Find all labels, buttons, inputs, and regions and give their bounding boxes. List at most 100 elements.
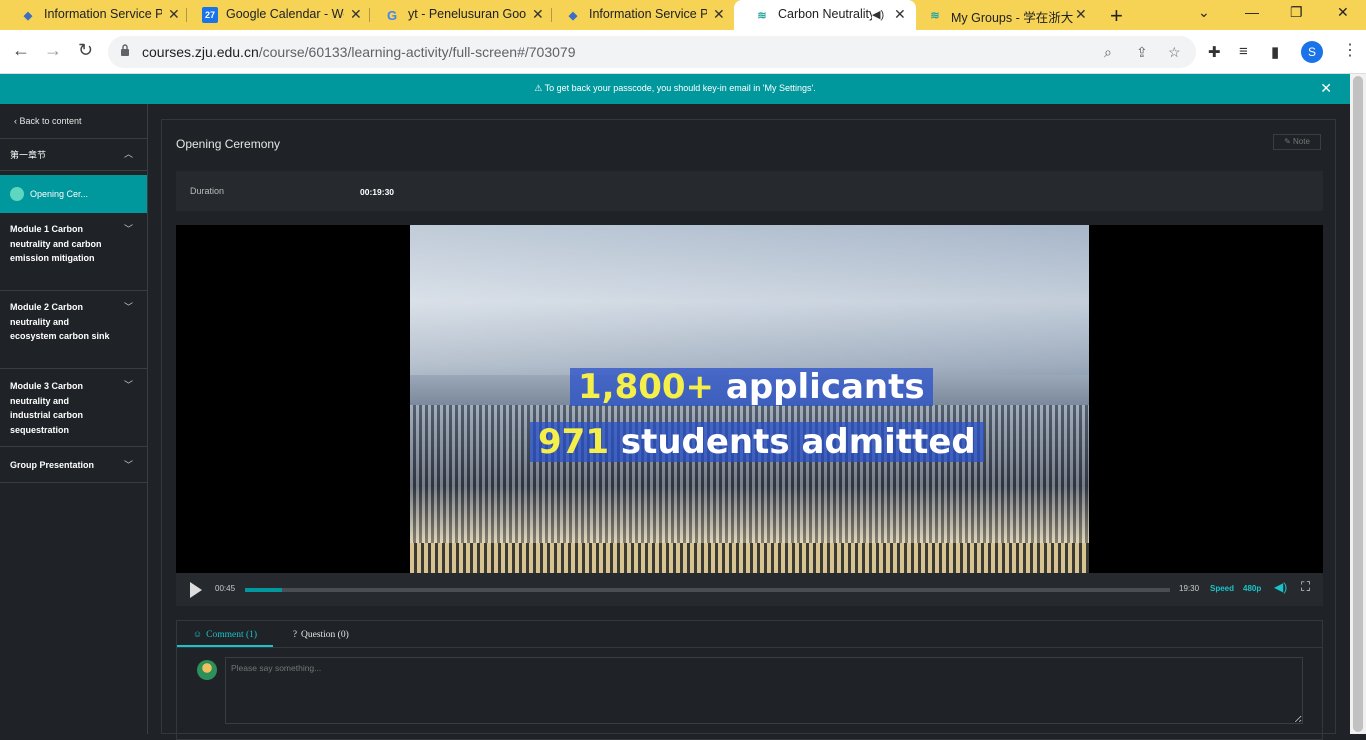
menu-kebab-icon[interactable]: ⋮ xyxy=(1342,40,1358,60)
close-icon[interactable]: ✕ xyxy=(713,6,725,23)
course-icon: ≋ xyxy=(757,9,767,22)
share-icon[interactable]: ⇪ xyxy=(1136,44,1148,61)
module-label: Module 3 Carbon neutrality and industria… xyxy=(10,381,84,435)
video-scene-roof xyxy=(410,225,1089,375)
passcode-notice-banner: ⚠ To get back your passcode, you should … xyxy=(0,74,1350,104)
module-label: Module 2 Carbon neutrality and ecosystem… xyxy=(10,302,110,341)
section-label: 第一章节 xyxy=(10,150,47,160)
question-icon: ? xyxy=(293,629,297,639)
lock-icon xyxy=(121,44,129,56)
tab-title: Carbon Neutrality xyxy=(778,7,872,21)
close-icon[interactable]: ✕ xyxy=(350,6,362,23)
media-control-icon[interactable]: ≡ xyxy=(1239,43,1248,60)
quality-button[interactable]: 480p xyxy=(1243,584,1261,593)
caption-text: students admitted xyxy=(620,422,976,462)
caption-number: 1,800+ xyxy=(578,367,715,407)
omnibox[interactable]: courses.zju.edu.cn/course/60133/learning… xyxy=(108,36,1196,68)
chevron-up-icon[interactable]: ︿ xyxy=(124,147,133,160)
side-panel-icon[interactable]: ▮ xyxy=(1271,43,1279,61)
tab-question[interactable]: ? Question (0) xyxy=(293,621,349,647)
sidebar-module-2[interactable]: Module 2 Carbon neutrality and ecosystem… xyxy=(0,292,147,369)
video-player[interactable]: 1,800+ applicants 971 students admitted … xyxy=(176,225,1323,606)
sidebar-module-1[interactable]: Module 1 Carbon neutrality and carbon em… xyxy=(0,214,147,291)
fullscreen-icon[interactable]: ⛶ xyxy=(1301,579,1310,595)
avatar xyxy=(197,660,217,680)
back-label: Back to content xyxy=(19,116,82,126)
tab-carbon-neutrality[interactable]: ≋ Carbon Neutrality ◀) ✕ xyxy=(734,0,916,30)
url-host: courses.zju.edu.cn xyxy=(142,44,259,60)
tab-search-chevron-icon[interactable]: ⌄ xyxy=(1198,4,1210,21)
profile-avatar[interactable]: S xyxy=(1301,41,1323,63)
module-label: Module 1 Carbon neutrality and carbon em… xyxy=(10,224,102,263)
tab-label: Comment (1) xyxy=(206,630,258,640)
sidebar-item-label: Opening Cer... xyxy=(30,189,89,199)
tab-google-calendar[interactable]: 27 Google Calendar - We ✕ xyxy=(182,0,366,30)
tab-divider xyxy=(177,647,1322,648)
close-icon[interactable]: ✕ xyxy=(532,6,544,23)
video-controls: 00:45 19:30 Speed 480p ◀) ⛶ xyxy=(176,573,1323,606)
sidebar-module-3[interactable]: Module 3 Carbon neutrality and industria… xyxy=(0,370,147,447)
scrollbar-thumb[interactable] xyxy=(1353,76,1363,732)
video-caption-admitted: 971 students admitted xyxy=(530,422,984,462)
duration-row: Duration 00:19:30 xyxy=(176,171,1323,211)
tab-title: Information Service Pl xyxy=(589,7,707,21)
zju-logo-icon: ◆ xyxy=(568,9,578,22)
google-icon: G xyxy=(386,7,398,23)
notice-text: ⚠ To get back your passcode, you should … xyxy=(534,83,816,93)
forward-arrow-icon[interactable]: → xyxy=(44,40,62,61)
course-sidebar: ‹ Back to content 第一章节 ︿ Opening Cer... … xyxy=(0,104,148,734)
tab-my-groups[interactable]: ≋ My Groups - 学在浙大 ✕ xyxy=(907,0,1097,30)
sidebar-item-opening-ceremony[interactable]: Opening Cer... xyxy=(0,175,147,213)
comments-panel: ☺ Comment (1) ? Question (0) xyxy=(176,620,1323,740)
caption-number: 971 xyxy=(538,422,609,462)
video-icon xyxy=(10,187,24,201)
close-icon[interactable]: ✕ xyxy=(894,6,906,23)
address-toolbar: ← → ↻ courses.zju.edu.cn/course/60133/le… xyxy=(0,30,1366,74)
zoom-search-icon[interactable]: ⌕ xyxy=(1104,44,1112,61)
window-close-icon[interactable]: ✕ xyxy=(1337,4,1349,21)
reload-icon[interactable]: ↻ xyxy=(78,40,93,61)
tab-title: Information Service Pl xyxy=(44,7,162,21)
chevron-down-icon[interactable]: ﹀ xyxy=(124,300,133,313)
tab-information-service-1[interactable]: ◆ Information Service Pl ✕ xyxy=(0,0,184,30)
comment-icon: ☺ xyxy=(192,629,203,639)
page-scrollbar[interactable] xyxy=(1350,74,1366,734)
url-text[interactable]: courses.zju.edu.cn/course/60133/learning… xyxy=(142,44,575,60)
close-icon[interactable]: ✕ xyxy=(1320,74,1332,102)
sidebar-section-chapter-one[interactable]: 第一章节 ︿ xyxy=(0,138,147,171)
close-icon[interactable]: ✕ xyxy=(1075,6,1087,23)
new-tab-icon[interactable]: + xyxy=(1110,3,1123,29)
note-button[interactable]: ✎ Note xyxy=(1273,134,1321,150)
restore-icon[interactable]: ❐ xyxy=(1290,4,1303,21)
url-path: /course/60133/learning-activity/full-scr… xyxy=(258,44,576,60)
tab-title: Google Calendar - We xyxy=(226,7,344,21)
back-to-content-link[interactable]: ‹ Back to content xyxy=(14,116,82,126)
comment-input[interactable] xyxy=(225,657,1303,724)
browser-tab-bar: ◆ Information Service Pl ✕ 27 Google Cal… xyxy=(0,0,1366,30)
play-icon[interactable] xyxy=(190,582,202,598)
minimize-icon[interactable]: — xyxy=(1245,4,1259,20)
chevron-down-icon[interactable]: ﹀ xyxy=(124,458,133,471)
extensions-puzzle-icon[interactable]: ✚ xyxy=(1208,43,1221,61)
close-icon[interactable]: ✕ xyxy=(168,6,180,23)
volume-icon[interactable]: ◀) xyxy=(1274,580,1287,594)
course-icon: ≋ xyxy=(930,9,940,22)
chevron-down-icon[interactable]: ﹀ xyxy=(124,378,133,391)
back-arrow-icon[interactable]: ← xyxy=(12,40,30,61)
tab-title: yt - Penelusuran Goog xyxy=(408,7,526,21)
tab-google-search[interactable]: G yt - Penelusuran Goog ✕ xyxy=(364,0,548,30)
chevron-down-icon[interactable]: ﹀ xyxy=(124,222,133,235)
video-frame[interactable]: 1,800+ applicants 971 students admitted xyxy=(410,225,1089,573)
progress-bar[interactable] xyxy=(245,588,1170,592)
tab-label: Question (0) xyxy=(301,630,349,640)
page-title: Opening Ceremony xyxy=(176,137,281,151)
tab-information-service-2[interactable]: ◆ Information Service Pl ✕ xyxy=(545,0,733,30)
activity-panel: Opening Ceremony ✎ Note Duration 00:19:3… xyxy=(161,119,1336,740)
tab-comment[interactable]: ☺ Comment (1) xyxy=(177,621,273,647)
sidebar-group-presentation[interactable]: Group Presentation ﹀ xyxy=(0,448,147,483)
bookmark-star-icon[interactable]: ☆ xyxy=(1168,44,1181,61)
speed-button[interactable]: Speed xyxy=(1210,584,1234,593)
video-caption-applicants: 1,800+ applicants xyxy=(570,368,933,406)
note-label: Note xyxy=(1293,137,1310,146)
speaker-icon[interactable]: ◀) xyxy=(872,8,884,21)
